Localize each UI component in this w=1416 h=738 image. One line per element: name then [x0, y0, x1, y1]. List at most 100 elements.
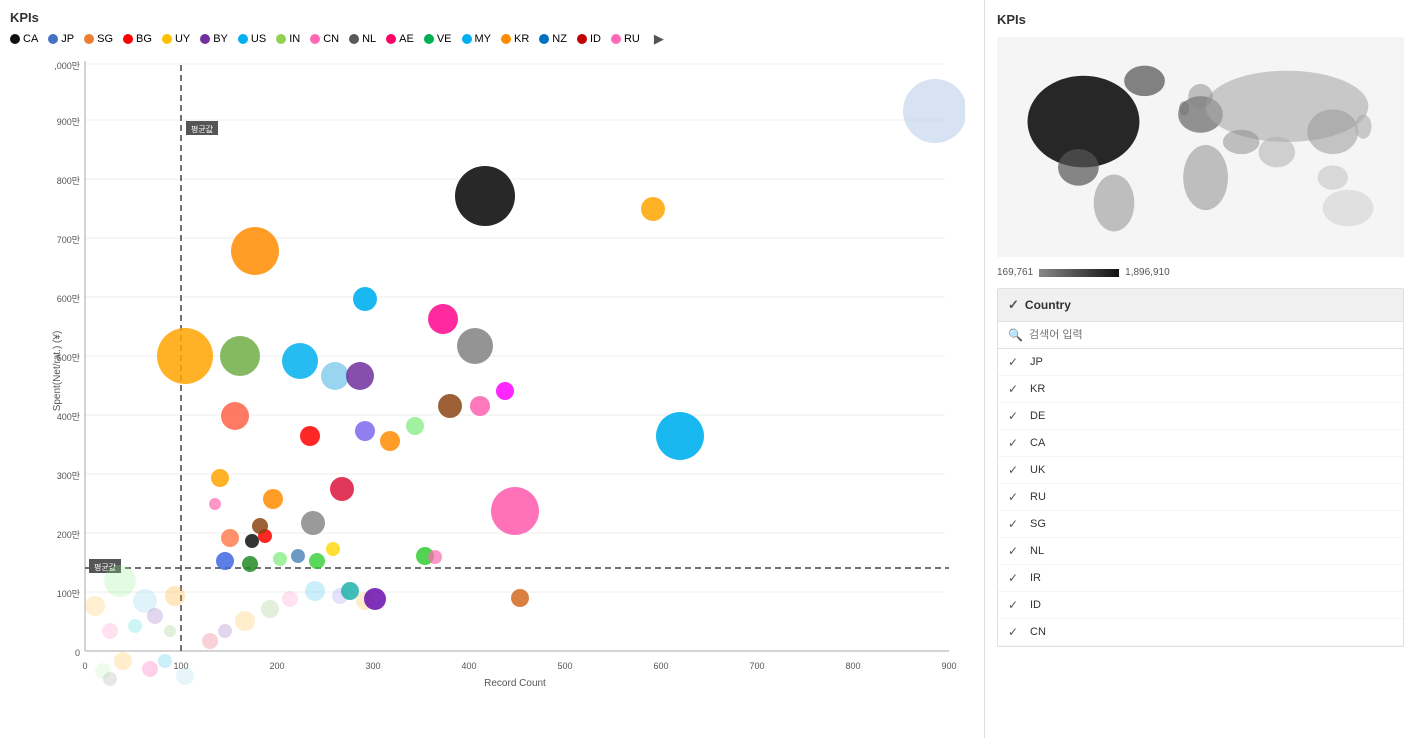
legend-item-cn: CN	[310, 33, 339, 45]
country-label-sg: SG	[1030, 518, 1046, 530]
legend-dot-jp	[48, 34, 58, 44]
map-legend-min: 169,761	[997, 267, 1033, 278]
filter-search-bar[interactable]: 🔍	[998, 322, 1403, 349]
legend-label-in: IN	[289, 33, 300, 45]
legend-item-in: IN	[276, 33, 300, 45]
chart-legend: CA JP SG BG UY BY US IN CN NL AE VE MY KR NZ ID RU ▶	[10, 31, 974, 47]
svg-text:700: 700	[749, 661, 764, 671]
search-input[interactable]	[1029, 329, 1393, 341]
legend-item-nz: NZ	[539, 33, 567, 45]
country-item-de[interactable]: ✓ DE	[998, 403, 1403, 430]
svg-text:1,000만: 1,000만	[55, 61, 80, 71]
legend-item-by: BY	[200, 33, 228, 45]
filter-header[interactable]: ✓ Country	[998, 289, 1403, 322]
svg-text:평균값: 평균값	[191, 124, 214, 134]
country-label-ir: IR	[1030, 572, 1041, 584]
legend-dot-uy	[162, 34, 172, 44]
svg-text:200만: 200만	[57, 530, 80, 540]
legend-item-my: MY	[462, 33, 492, 45]
check-icon-cn: ✓	[1008, 625, 1022, 639]
check-icon-uk: ✓	[1008, 463, 1022, 477]
svg-text:400만: 400만	[57, 412, 80, 422]
chart-title: KPIs	[10, 10, 974, 25]
legend-label-cn: CN	[323, 33, 339, 45]
y-axis-label: Spent(Net/rat.) (¥)	[52, 331, 63, 412]
country-label-id: ID	[1030, 599, 1041, 611]
svg-text:900만: 900만	[57, 117, 80, 127]
legend-dot-by	[200, 34, 210, 44]
check-icon: ✓	[1008, 297, 1019, 313]
legend-label-nl: NL	[362, 33, 376, 45]
svg-text:200: 200	[269, 661, 284, 671]
legend-label-id: ID	[590, 33, 601, 45]
legend-item-sg: SG	[84, 33, 113, 45]
svg-text:300만: 300만	[57, 471, 80, 481]
country-item-nl[interactable]: ✓ NL	[998, 538, 1403, 565]
world-map	[997, 37, 1404, 257]
legend-label-kr: KR	[514, 33, 529, 45]
legend-dot-ve	[424, 34, 434, 44]
legend-item-ca: CA	[10, 33, 38, 45]
map-legend: 169,761 1,896,910	[997, 267, 1404, 278]
country-item-kr[interactable]: ✓ KR	[998, 376, 1403, 403]
legend-label-ve: VE	[437, 33, 452, 45]
country-label-de: DE	[1030, 410, 1045, 422]
search-icon: 🔍	[1008, 328, 1023, 342]
svg-text:0: 0	[82, 661, 87, 671]
legend-label-ca: CA	[23, 33, 38, 45]
check-icon-sg: ✓	[1008, 517, 1022, 531]
legend-item-bg: BG	[123, 33, 152, 45]
scatter-chart: 0 100만 200만 300만 400만 500만 600만 700만 800	[55, 51, 965, 691]
legend-item-jp: JP	[48, 33, 74, 45]
legend-label-jp: JP	[61, 33, 74, 45]
legend-item-us: US	[238, 33, 266, 45]
country-item-uk[interactable]: ✓ UK	[998, 457, 1403, 484]
country-item-jp[interactable]: ✓ JP	[998, 349, 1403, 376]
country-label-jp: JP	[1030, 356, 1043, 368]
svg-text:400: 400	[461, 661, 476, 671]
play-button[interactable]: ▶	[654, 31, 664, 47]
map-legend-bar	[1039, 269, 1119, 277]
legend-item-nl: NL	[349, 33, 376, 45]
svg-text:900: 900	[941, 661, 956, 671]
chart-panel: KPIs CA JP SG BG UY BY US IN CN NL AE VE MY KR NZ ID RU ▶…	[0, 0, 985, 738]
country-item-ir[interactable]: ✓ IR	[998, 565, 1403, 592]
country-filter: ✓ Country 🔍 ✓ JP ✓ KR ✓ DE ✓ CA ✓ UK ✓ R…	[997, 288, 1404, 647]
svg-text:600: 600	[653, 661, 668, 671]
svg-text:500: 500	[557, 661, 572, 671]
country-item-ru[interactable]: ✓ RU	[998, 484, 1403, 511]
legend-label-sg: SG	[97, 33, 113, 45]
right-panel: KPIs	[985, 0, 1416, 738]
legend-label-uy: UY	[175, 33, 190, 45]
legend-dot-in	[276, 34, 286, 44]
country-label-kr: KR	[1030, 383, 1045, 395]
legend-dot-ca	[10, 34, 20, 44]
country-item-cn[interactable]: ✓ CN	[998, 619, 1403, 646]
filter-header-label: Country	[1025, 298, 1071, 312]
legend-label-ae: AE	[399, 33, 414, 45]
legend-item-uy: UY	[162, 33, 190, 45]
country-label-ru: RU	[1030, 491, 1046, 503]
legend-item-ve: VE	[424, 33, 452, 45]
legend-dot-ae	[386, 34, 396, 44]
check-icon-id: ✓	[1008, 598, 1022, 612]
country-item-id[interactable]: ✓ ID	[998, 592, 1403, 619]
country-label-uk: UK	[1030, 464, 1045, 476]
svg-text:300: 300	[365, 661, 380, 671]
right-panel-title: KPIs	[997, 12, 1404, 27]
map-legend-max: 1,896,910	[1125, 267, 1170, 278]
check-icon-jp: ✓	[1008, 355, 1022, 369]
legend-dot-kr	[501, 34, 511, 44]
check-icon-de: ✓	[1008, 409, 1022, 423]
legend-item-ae: AE	[386, 33, 414, 45]
legend-item-ru: RU	[611, 33, 640, 45]
legend-dot-nz	[539, 34, 549, 44]
legend-label-bg: BG	[136, 33, 152, 45]
country-item-ca[interactable]: ✓ CA	[998, 430, 1403, 457]
legend-label-nz: NZ	[552, 33, 567, 45]
country-item-sg[interactable]: ✓ SG	[998, 511, 1403, 538]
svg-text:Record Count: Record Count	[484, 678, 546, 689]
legend-label-my: MY	[475, 33, 492, 45]
legend-item-id: ID	[577, 33, 601, 45]
check-icon-ru: ✓	[1008, 490, 1022, 504]
